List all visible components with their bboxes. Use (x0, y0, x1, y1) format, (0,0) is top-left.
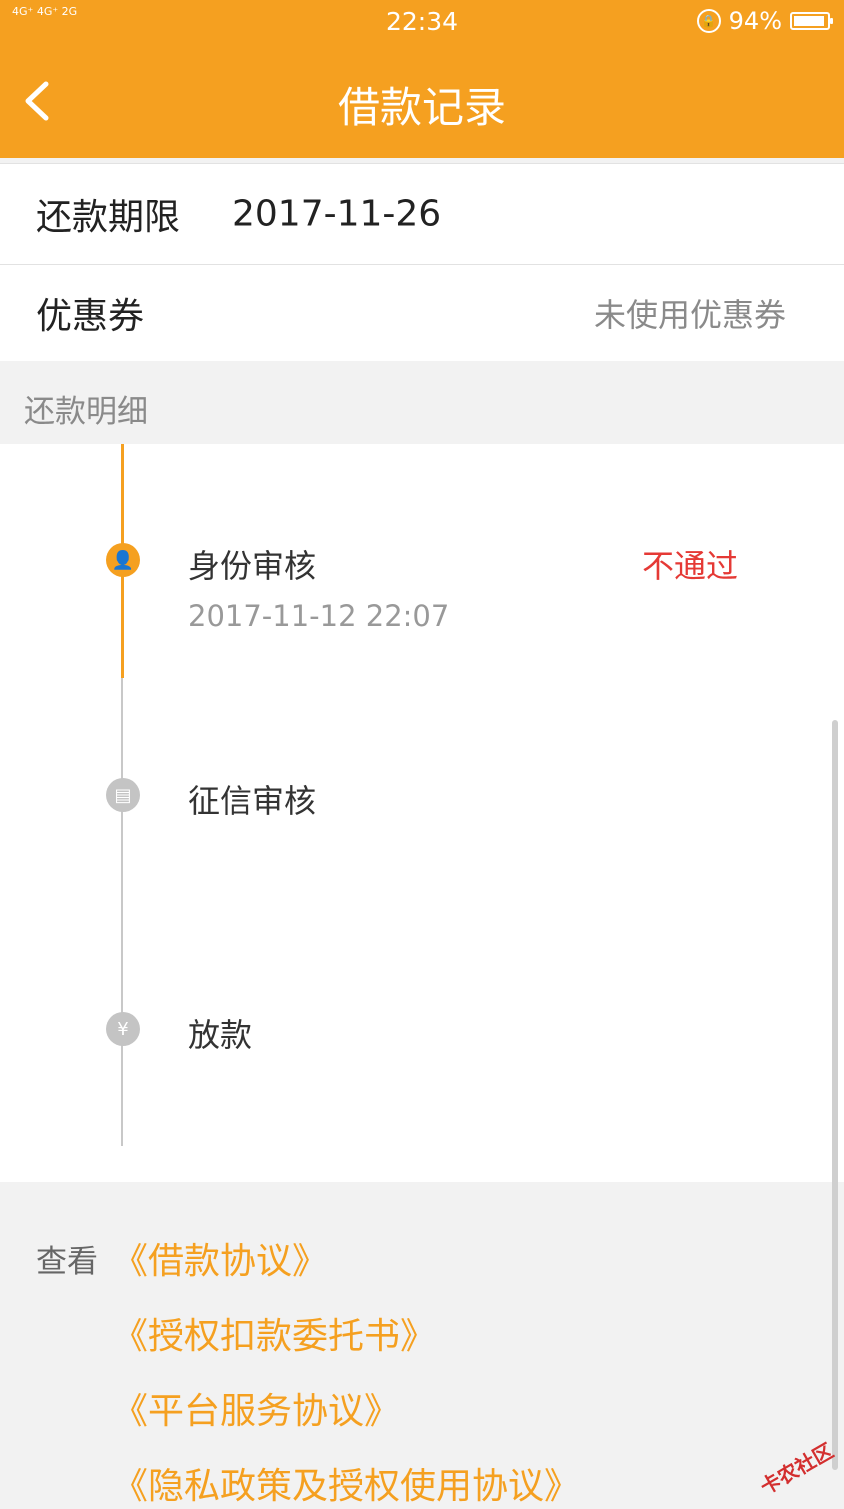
step-title: 征信审核 (188, 782, 317, 820)
step-title: 放款 (188, 1016, 253, 1054)
platform-service-agreement-link[interactable]: 《平台服务协议》 (112, 1382, 400, 1434)
repayment-detail-title: 还款明细 (24, 394, 148, 430)
yen-icon: ¥ (106, 1012, 140, 1046)
status-bar: 4G⁺ 4G⁺ 2G 22:34 🔒 94% (0, 0, 844, 44)
coupon-label: 优惠券 (36, 296, 145, 337)
battery-percent: 94% (728, 7, 782, 35)
due-date-label: 还款期限 (36, 197, 181, 238)
person-icon: 👤 (106, 543, 140, 577)
step-status: 不通过 (641, 547, 738, 585)
navigation-bar: 借款记录 (0, 44, 844, 158)
view-label: 查看 (36, 1244, 98, 1280)
coupon-value: 未使用优惠券 (593, 296, 786, 334)
scrollbar[interactable] (832, 720, 838, 1470)
timeline-line-pending (121, 678, 123, 1146)
page-title: 借款记录 (337, 83, 506, 132)
rotation-lock-icon: 🔒 (696, 9, 721, 33)
step-time: 2017-11-12 22:07 (188, 599, 450, 633)
step-title: 身份审核 (188, 547, 317, 585)
due-date-value: 2017-11-26 (232, 193, 442, 235)
debit-authorization-link[interactable]: 《授权扣款委托书》 (112, 1307, 436, 1359)
progress-timeline: 👤 身份审核 不通过 2017-11-12 22:07 ▤ 征信审核 ¥ 放款 (0, 444, 844, 1182)
document-icon: ▤ (106, 778, 140, 812)
battery-fill (794, 16, 824, 26)
agreements-footer: 查看 《借款协议》 《授权扣款委托书》 《平台服务协议》 《隐私政策及授权使用协… (0, 1182, 844, 1507)
status-right: 🔒 94% (696, 7, 833, 35)
loan-agreement-link[interactable]: 《借款协议》 (112, 1232, 328, 1284)
privacy-policy-link[interactable]: 《隐私政策及授权使用协议》 (112, 1457, 580, 1509)
due-date-row: 还款期限 2017-11-26 (0, 163, 844, 265)
battery-icon (790, 12, 833, 30)
coupon-row[interactable]: 优惠券 未使用优惠券 (0, 265, 844, 361)
